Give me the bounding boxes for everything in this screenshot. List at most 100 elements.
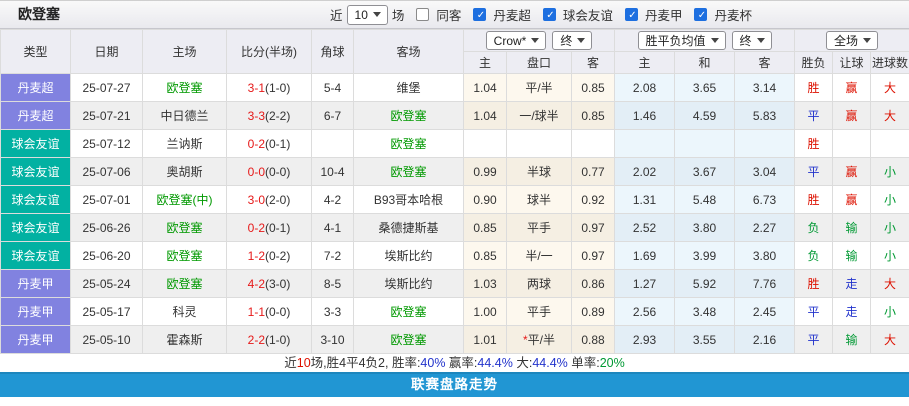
odds-time-select[interactable]: 终 (552, 31, 592, 50)
scope-select[interactable]: 全场 (826, 31, 878, 50)
cell-outcome: 胜 (795, 270, 833, 298)
match-row: 丹麦超 25-07-21 中日德兰 3-3(2-2) 6-7 欧登塞 1.04 … (1, 102, 909, 130)
cell-date: 25-07-06 (71, 158, 143, 186)
cell-goals-result: 小 (871, 186, 909, 214)
halftime-score: (3-0) (265, 277, 290, 291)
cell-away-odds: 0.92 (572, 186, 615, 214)
chevron-down-icon (711, 38, 719, 43)
cell-score: 3-1(1-0) (227, 74, 312, 102)
header-home: 主场 (143, 30, 227, 74)
cell-avg-home: 2.93 (615, 326, 675, 354)
cell-let-ball-result: 输 (833, 214, 871, 242)
cell-home-team: 欧登塞 (143, 242, 227, 270)
cell-home-team: 欧登塞(中) (143, 186, 227, 214)
cell-outcome: 负 (795, 214, 833, 242)
cell-league-type: 球会友谊 (1, 242, 71, 270)
cell-home-odds: 1.01 (464, 326, 507, 354)
cell-league-type: 球会友谊 (1, 158, 71, 186)
cell-let-ball-result (833, 130, 871, 158)
cell-goals-result: 大 (871, 102, 909, 130)
cell-date: 25-05-24 (71, 270, 143, 298)
league-filter-checkbox-danish-superliga[interactable] (473, 8, 486, 21)
cell-outcome: 平 (795, 326, 833, 354)
cell-avg-home: 2.08 (615, 74, 675, 102)
cell-home-team: 欧登塞 (143, 214, 227, 242)
cell-away-odds: 0.89 (572, 298, 615, 326)
cell-goals-result: 小 (871, 298, 909, 326)
fulltime-score: 4-2 (248, 277, 265, 291)
odds-company-select[interactable]: Crow* (486, 31, 547, 50)
cell-home-team: 兰讷斯 (143, 130, 227, 158)
match-row: 球会友谊 25-06-20 欧登塞 1-2(0-2) 7-2 埃斯比约 0.85… (1, 242, 909, 270)
header-date: 日期 (71, 30, 143, 74)
cell-date: 25-06-20 (71, 242, 143, 270)
league-handicap-trend-bar[interactable]: 联赛盘路走势 (0, 372, 909, 397)
cell-avg-away (735, 130, 795, 158)
cell-let-ball-result: 走 (833, 298, 871, 326)
cell-home-odds: 1.04 (464, 102, 507, 130)
cell-score: 2-2(1-0) (227, 326, 312, 354)
same-away-checkbox[interactable] (416, 8, 429, 21)
cell-home-odds (464, 130, 507, 158)
summary-text: 近 (284, 356, 297, 370)
cell-corners: 6-7 (312, 102, 354, 130)
summary-text: 场,胜4平4负2, 胜率: (311, 356, 421, 370)
cell-avg-away: 2.16 (735, 326, 795, 354)
recent-count-select[interactable]: 10 (347, 5, 388, 25)
summary-value: 40% (420, 356, 445, 370)
cell-avg-home: 1.69 (615, 242, 675, 270)
matches-table: 类型 日期 主场 比分(半场) 角球 客场 Crow* 终 (0, 29, 909, 354)
cell-avg-draw: 3.80 (675, 214, 735, 242)
cell-avg-away: 7.76 (735, 270, 795, 298)
cell-avg-away: 2.45 (735, 298, 795, 326)
handicap-value: 球半 (527, 193, 551, 207)
cell-outcome: 胜 (795, 186, 833, 214)
subheader-let-ball: 让球 (833, 52, 871, 74)
halftime-score: (1-0) (265, 81, 290, 95)
cell-away-odds: 0.97 (572, 214, 615, 242)
cell-score: 3-3(2-2) (227, 102, 312, 130)
cell-away-team: 埃斯比约 (354, 242, 464, 270)
header-away: 客场 (354, 30, 464, 74)
league-filter-label: 丹麦甲 (645, 5, 683, 24)
match-rows: 丹麦超 25-07-27 欧登塞 3-1(1-0) 5-4 维堡 1.04 平/… (1, 74, 909, 354)
cell-score: 3-0(2-0) (227, 186, 312, 214)
average-type-select[interactable]: 胜平负均值 (638, 31, 726, 50)
league-filter-checkbox-danish-1st[interactable] (625, 8, 638, 21)
cell-home-odds: 0.85 (464, 242, 507, 270)
cell-league-type: 球会友谊 (1, 214, 71, 242)
cell-handicap: *平/半 (507, 326, 572, 354)
cell-let-ball-result: 走 (833, 270, 871, 298)
cell-avg-draw: 3.67 (675, 158, 735, 186)
cell-league-type: 丹麦甲 (1, 326, 71, 354)
cell-avg-away: 3.14 (735, 74, 795, 102)
cell-outcome: 平 (795, 158, 833, 186)
recent-label: 近 (330, 5, 343, 24)
halftime-score: (0-0) (265, 165, 290, 179)
cell-avg-home: 2.02 (615, 158, 675, 186)
league-filter-label: 球会友谊 (563, 5, 613, 24)
cell-avg-home: 2.52 (615, 214, 675, 242)
league-filter-checkbox-club-friendly[interactable] (543, 8, 556, 21)
summary-text: 赢率: (445, 356, 477, 370)
cell-handicap: 球半 (507, 186, 572, 214)
match-row: 球会友谊 25-07-01 欧登塞(中) 3-0(2-0) 4-2 B93哥本哈… (1, 186, 909, 214)
cell-away-odds: 0.97 (572, 242, 615, 270)
cell-corners: 5-4 (312, 74, 354, 102)
cell-home-odds: 1.03 (464, 270, 507, 298)
cell-home-odds: 0.85 (464, 214, 507, 242)
league-filter-checkbox-danish-cup[interactable] (694, 8, 707, 21)
team-title: 欧登塞 (18, 1, 60, 28)
cell-away-odds: 0.77 (572, 158, 615, 186)
cell-home-odds: 0.99 (464, 158, 507, 186)
cell-away-team: 欧登塞 (354, 158, 464, 186)
average-time-select[interactable]: 终 (732, 31, 772, 50)
handicap-value: 一/球半 (519, 109, 558, 123)
cell-handicap: 两球 (507, 270, 572, 298)
cell-score: 1-1(0-0) (227, 298, 312, 326)
cell-avg-home (615, 130, 675, 158)
subheader-odds-home: 主 (464, 52, 507, 74)
cell-handicap: 平手 (507, 214, 572, 242)
cell-avg-draw: 4.59 (675, 102, 735, 130)
header-corner: 角球 (312, 30, 354, 74)
